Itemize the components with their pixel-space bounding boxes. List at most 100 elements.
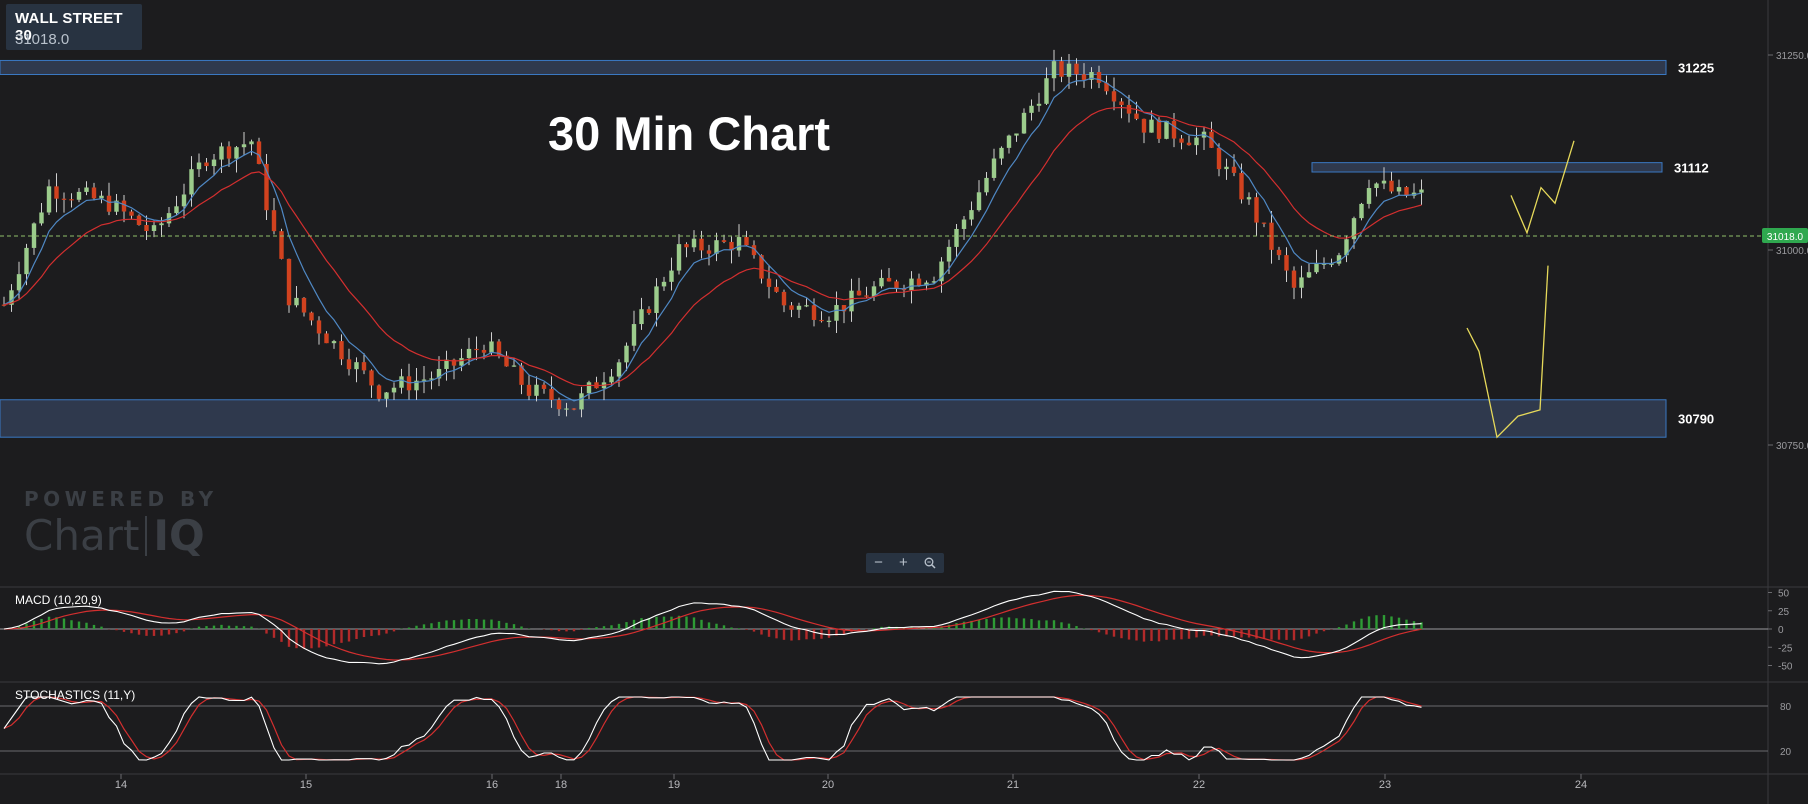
y-tick-label: 25	[1778, 607, 1790, 618]
candle-body	[1051, 61, 1057, 79]
candle-body	[391, 387, 397, 393]
macd-histogram-bar	[482, 619, 486, 629]
macd-histogram-bar	[415, 625, 418, 629]
macd-histogram-bar	[857, 629, 861, 631]
candle-body	[706, 250, 712, 254]
macd-histogram-bar	[655, 616, 658, 629]
candle-body	[511, 365, 517, 367]
macd-histogram-bar	[692, 617, 696, 629]
macd-histogram-bar	[685, 616, 688, 629]
candle-body	[676, 244, 682, 271]
macd-histogram-bar	[452, 620, 456, 629]
macd-histogram-bar	[587, 627, 591, 629]
y-tick-label: 20	[1780, 747, 1792, 758]
candle-body	[376, 385, 382, 399]
y-tick-label: -25	[1778, 643, 1793, 654]
candle-body	[39, 212, 44, 224]
candle-body	[316, 320, 322, 334]
zoom-in-button[interactable]: +	[899, 553, 908, 573]
candle-body	[916, 278, 922, 286]
macd-histogram-bar	[670, 616, 673, 629]
candle-body	[1096, 72, 1102, 83]
macd-histogram-bar	[1202, 629, 1206, 636]
candle-body	[489, 341, 494, 353]
candle-body	[1164, 120, 1169, 139]
macd-histogram-bar	[752, 629, 756, 632]
macd-histogram-bar	[182, 629, 186, 632]
candle-body	[571, 408, 577, 410]
macd-histogram-bar	[715, 623, 718, 629]
macd-histogram-bar	[700, 619, 703, 629]
macd-histogram-bar	[145, 629, 148, 636]
y-tick-label: 31000.0	[1776, 246, 1808, 257]
x-tick-label: 16	[486, 779, 498, 791]
candle-body	[879, 277, 884, 287]
logo-mark: IQ	[153, 511, 205, 560]
candle-body	[1284, 255, 1289, 271]
candle-body	[534, 384, 539, 396]
macd-histogram-bar	[205, 626, 208, 629]
chartiq-logo: POWERED BY Chart IQ	[24, 487, 218, 560]
candle-body	[249, 141, 254, 145]
x-tick-label: 15	[300, 779, 312, 791]
y-tick-label: 30750.0	[1776, 441, 1808, 452]
candle-body	[1074, 63, 1079, 75]
zoom-out-button[interactable]: −	[874, 553, 883, 573]
candle-body	[819, 319, 824, 322]
candle-body	[331, 341, 337, 344]
candle-body	[76, 191, 82, 200]
candle-body	[129, 211, 134, 216]
candle-body	[1396, 187, 1402, 192]
macd-histogram-bar	[827, 629, 831, 638]
candle-body	[219, 146, 224, 160]
candle-body	[121, 200, 127, 212]
macd-histogram-bar	[340, 629, 343, 643]
macd-histogram-bar	[295, 629, 298, 649]
macd-histogram-bar	[1015, 618, 1018, 629]
macd-histogram-bar	[160, 629, 163, 636]
macd-histogram-bar	[1112, 629, 1116, 637]
candle-body	[1366, 188, 1372, 204]
candle-body	[1359, 203, 1364, 219]
candle-body	[781, 291, 787, 306]
candle-body	[631, 324, 637, 346]
candle-body	[1246, 197, 1252, 200]
macd-histogram-bar	[1397, 617, 1401, 629]
candle-body	[61, 198, 67, 200]
candle-body	[1254, 197, 1259, 223]
candle-body	[271, 210, 277, 232]
macd-histogram-bar	[1060, 622, 1063, 629]
candle-body	[144, 225, 149, 231]
candle-body	[54, 186, 59, 199]
candle-body	[241, 144, 247, 148]
candle-body	[579, 393, 584, 410]
macd-histogram-bar	[370, 629, 373, 636]
macd-histogram-bar	[70, 620, 73, 629]
macd-histogram-bar	[1367, 616, 1371, 629]
macd-histogram-bar	[707, 622, 711, 629]
candle-body	[1171, 120, 1177, 139]
candle-body	[1044, 78, 1049, 104]
x-tick-label: 20	[822, 779, 834, 791]
candle-body	[1261, 222, 1267, 224]
macd-histogram-bar	[1292, 629, 1296, 641]
macd-histogram-bar	[1352, 621, 1356, 629]
y-tick-label: 80	[1780, 702, 1792, 713]
macd-histogram-bar	[175, 629, 178, 634]
candle-body	[1014, 133, 1019, 136]
candle-body	[301, 297, 307, 313]
chart-svg[interactable]: 31250.0 31000.0 30750.0 14 15 16 18 19 20 21 22 23 2…	[0, 0, 1808, 804]
macd-histogram-bar	[265, 629, 268, 634]
x-tick-label: 21	[1007, 779, 1019, 791]
macd-histogram-bar	[737, 628, 741, 629]
macd-histogram-bar	[985, 618, 988, 629]
candle-body	[1149, 119, 1154, 133]
macd-histogram-bar	[1322, 629, 1326, 632]
zoom-reset-icon[interactable]	[924, 557, 936, 569]
logo-word: Chart	[24, 511, 140, 560]
macd-histogram-bar	[167, 629, 171, 635]
logo-powered-by: POWERED BY	[24, 487, 218, 511]
candle-body	[286, 258, 292, 306]
candle-body	[1006, 135, 1012, 148]
macd-histogram-bar	[1120, 629, 1123, 639]
